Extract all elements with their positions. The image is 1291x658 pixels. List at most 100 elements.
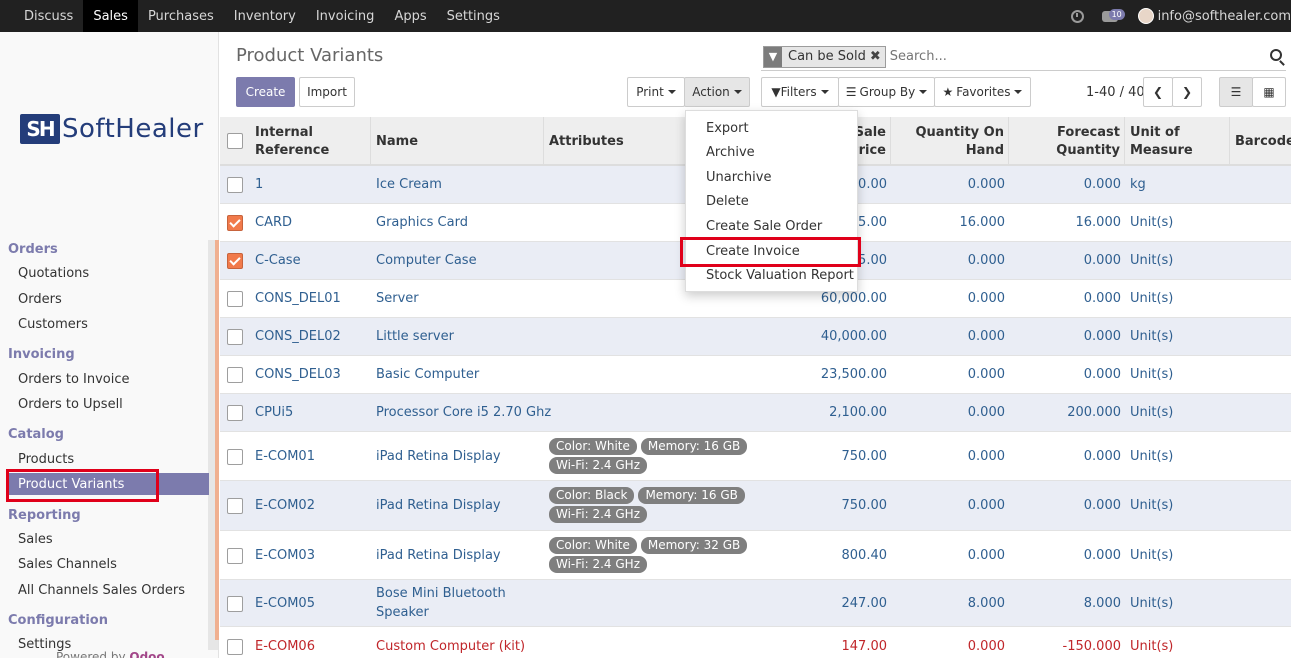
select-all-checkbox[interactable] (227, 133, 243, 149)
systray: 10 info@softhealer.com (1070, 0, 1291, 32)
sidebar-item-orders[interactable]: Orders (18, 292, 62, 307)
pager-next-button[interactable]: ❯ (1172, 77, 1202, 107)
sidebar-item-orders-to-upsell[interactable]: Orders to Upsell (18, 397, 123, 412)
group-by-label: Group By (859, 85, 916, 99)
chat-icon[interactable]: 10 (1101, 8, 1125, 22)
search-input[interactable] (889, 49, 1270, 64)
cell-unit-of-measure: Unit(s) (1130, 548, 1174, 563)
menu-sales[interactable]: Sales (83, 0, 138, 32)
menu-settings[interactable]: Settings (437, 0, 510, 32)
cell-unit-of-measure: Unit(s) (1130, 291, 1174, 306)
group-by-button[interactable]: ☰ Group By (838, 77, 935, 107)
menu-discuss[interactable]: Discuss (14, 0, 83, 32)
table-row[interactable]: E-COM02 iPad Retina Display Color: Black Me… (220, 481, 1291, 531)
action-button[interactable]: Action (684, 77, 750, 107)
row-checkbox[interactable] (227, 498, 243, 514)
sidebar-item-all-channels-sales-orders[interactable]: All Channels Sales Orders (18, 583, 185, 598)
star-icon: ★ (942, 85, 954, 99)
sidebar-item-orders-to-invoice[interactable]: Orders to Invoice (18, 372, 130, 387)
search-facet[interactable]: ▼ Can be Sold ✖ (763, 45, 886, 68)
sidebar-item-sales[interactable]: Sales (18, 532, 53, 547)
cell-forecast-quantity: 0.000 (1083, 253, 1121, 268)
app-menu: Discuss Sales Purchases Inventory Invoic… (0, 0, 510, 32)
table-row[interactable]: E-COM01 iPad Retina Display Color: White Me… (220, 432, 1291, 481)
action-archive[interactable]: Archive (706, 145, 755, 160)
cell-forecast-quantity: 0.000 (1083, 291, 1121, 306)
cell-unit-of-measure: Unit(s) (1130, 367, 1174, 382)
action-create-invoice[interactable]: Create Invoice (706, 244, 800, 259)
header-quantity-on-hand[interactable]: Quantity On Hand (891, 117, 1009, 166)
facet-remove-icon[interactable]: ✖ (870, 49, 885, 64)
list-view-button[interactable]: ☰ (1219, 77, 1253, 107)
menu-apps[interactable]: Apps (384, 0, 436, 32)
header-forecast-quantity[interactable]: Forecast Quantity (1009, 117, 1125, 166)
cell-unit-of-measure: Unit(s) (1130, 449, 1174, 464)
powered-brand[interactable]: Odoo (129, 650, 164, 658)
section-orders: Orders (8, 242, 58, 257)
row-checkbox[interactable] (227, 291, 243, 307)
action-stock-valuation-report[interactable]: Stock Valuation Report (706, 268, 854, 283)
header-internal-reference[interactable]: Internal Reference (250, 117, 371, 166)
filters-label: Filters (780, 85, 817, 99)
action-export[interactable]: Export (706, 121, 749, 136)
table-row[interactable]: E-COM06 Custom Computer (kit) 147.00 0.000 -… (220, 627, 1291, 658)
sidebar-item-sales-channels[interactable]: Sales Channels (18, 557, 117, 572)
attribute-tag: Color: White (549, 438, 637, 455)
section-invoicing: Invoicing (8, 347, 75, 362)
sidebar-item-quotations[interactable]: Quotations (18, 266, 89, 281)
action-delete[interactable]: Delete (706, 194, 749, 209)
row-checkbox[interactable] (227, 405, 243, 421)
header-name[interactable]: Name (371, 117, 544, 166)
filters-button[interactable]: ▼ Filters (761, 77, 839, 107)
cell-forecast-quantity: 0.000 (1083, 177, 1121, 192)
row-checkbox[interactable] (227, 367, 243, 383)
import-button[interactable]: Import (299, 77, 355, 107)
activity-clock-icon[interactable] (1070, 9, 1084, 23)
cell-internal-reference: E-COM03 (255, 548, 315, 563)
pager-value[interactable]: 1-40 / 40 (1086, 85, 1145, 100)
table-row[interactable]: CPUi5 Processor Core i5 2.70 Ghz 2,100.00 0… (220, 394, 1291, 432)
cell-unit-of-measure: Unit(s) (1130, 596, 1174, 611)
row-checkbox[interactable] (227, 449, 243, 465)
row-checkbox[interactable] (227, 639, 243, 655)
kanban-view-icon: ▦ (1263, 85, 1275, 99)
cell-quantity-on-hand: 8.000 (967, 596, 1005, 611)
action-unarchive[interactable]: Unarchive (706, 170, 771, 185)
action-create-sale-order[interactable]: Create Sale Order (706, 219, 822, 234)
user-menu[interactable]: info@softhealer.com (1158, 9, 1291, 24)
table-row[interactable]: E-COM05 Bose Mini Bluetooth Speaker 247.00 8… (220, 580, 1291, 627)
menu-purchases[interactable]: Purchases (138, 0, 224, 32)
chat-badge: 10 (1108, 8, 1125, 20)
cell-quantity-on-hand: 16.000 (959, 215, 1006, 230)
table-row[interactable]: CONS_DEL02 Little server 40,000.00 0.000 0.0… (220, 318, 1291, 356)
user-avatar[interactable] (1137, 8, 1154, 24)
row-checkbox[interactable] (227, 253, 243, 269)
search-icon[interactable] (1270, 49, 1282, 61)
favorites-button[interactable]: ★ Favorites (934, 77, 1031, 107)
caret-down-icon (919, 90, 928, 94)
table-row[interactable]: CONS_DEL03 Basic Computer 23,500.00 0.000 0.… (220, 356, 1291, 394)
row-checkbox[interactable] (227, 596, 243, 612)
pager-previous-button[interactable]: ❮ (1143, 77, 1173, 107)
table-row[interactable]: E-COM03 iPad Retina Display Color: White Me… (220, 531, 1291, 580)
row-checkbox[interactable] (227, 329, 243, 345)
kanban-view-button[interactable]: ▦ (1252, 77, 1286, 107)
row-checkbox[interactable] (227, 548, 243, 564)
header-line: Quantity (1056, 142, 1120, 158)
sidebar-item-customers[interactable]: Customers (18, 317, 88, 332)
cell-sale-price: 40,000.00 (820, 329, 887, 344)
sidebar-scroll-thumb[interactable] (215, 240, 219, 640)
search-bar: ▼ Can be Sold ✖ (761, 43, 1286, 71)
sidebar-item-products[interactable]: Products (18, 452, 74, 467)
header-barcode[interactable]: Barcode (1230, 117, 1291, 166)
menu-inventory[interactable]: Inventory (224, 0, 306, 32)
print-button[interactable]: Print (627, 77, 685, 107)
cell-sale-price: 750.00 (841, 498, 888, 513)
sidebar-item-product-variants[interactable]: Product Variants (6, 473, 209, 495)
menu-invoicing[interactable]: Invoicing (306, 0, 385, 32)
cell-name-line: Speaker (376, 605, 429, 620)
header-unit-of-measure[interactable]: Unit of Measure (1125, 117, 1230, 166)
row-checkbox[interactable] (227, 177, 243, 193)
create-button[interactable]: Create (236, 77, 295, 107)
row-checkbox[interactable] (227, 215, 243, 231)
